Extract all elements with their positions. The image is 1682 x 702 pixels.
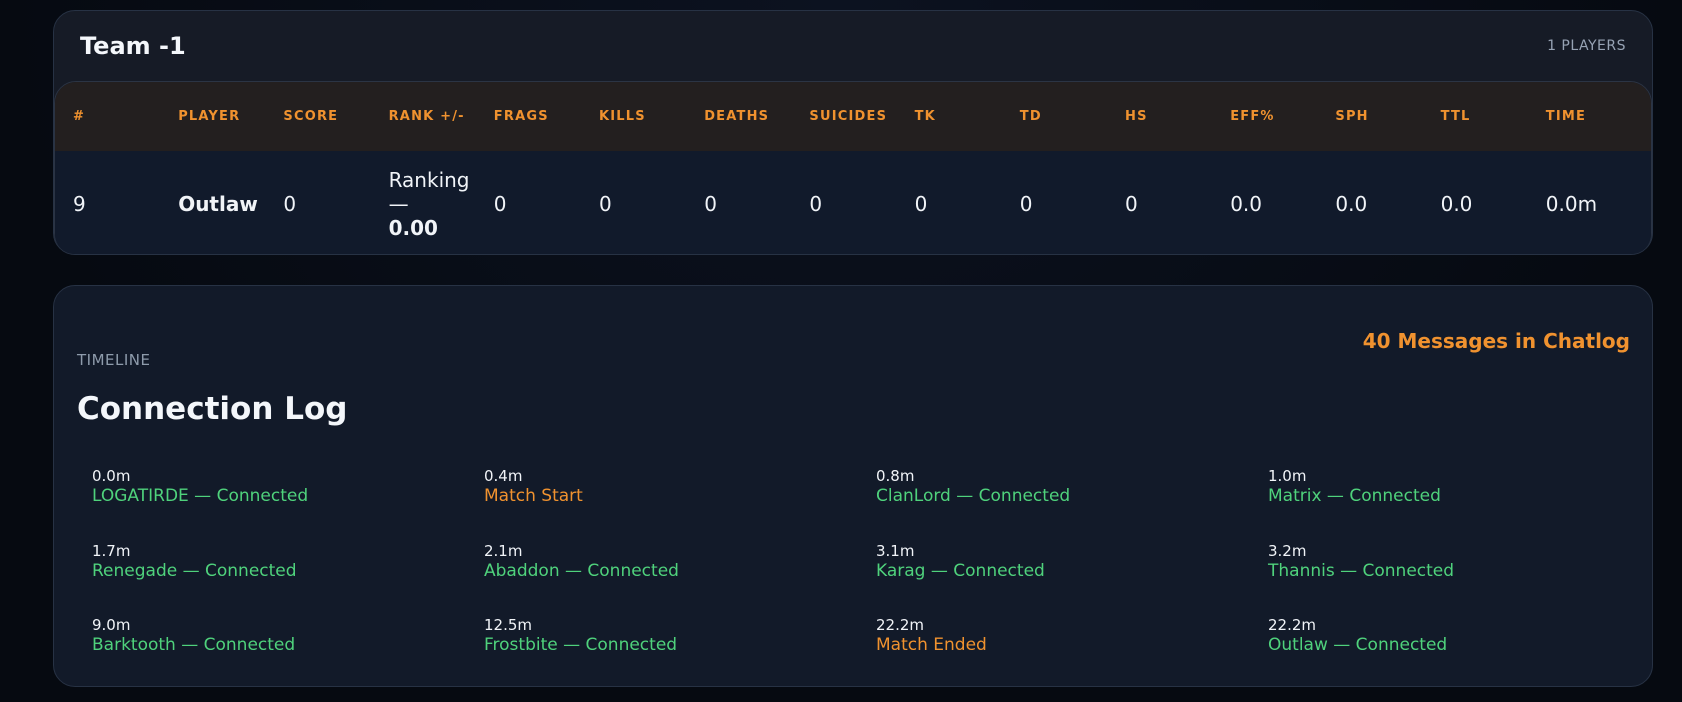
- list-item: 0.4m Match Start: [484, 467, 876, 542]
- event-time: 9.0m: [92, 616, 131, 634]
- chatlog-count-link[interactable]: 40 Messages in Chatlog: [1363, 329, 1630, 353]
- event-text: LOGATIRDE — Connected: [92, 486, 309, 506]
- event-time: 12.5m: [484, 616, 533, 634]
- team-header: Team -1 1 PLAYERS: [54, 11, 1652, 81]
- event-time: 0.0m: [92, 467, 131, 485]
- event-list: 0.0m LOGATIRDE — Connected 0.4m Match St…: [92, 467, 1652, 691]
- event-text: Match Ended: [876, 635, 987, 655]
- list-item: 3.1m Karag — Connected: [876, 542, 1268, 617]
- list-item: 3.2m Thannis — Connected: [1268, 542, 1660, 617]
- event-time: 22.2m: [876, 616, 925, 634]
- col-header-td[interactable]: TD: [1020, 108, 1125, 125]
- cell-deaths: 0: [704, 192, 717, 216]
- cell-td: 0: [1019, 192, 1033, 216]
- event-time: 3.2m: [1268, 541, 1307, 560]
- event-text: ClanLord — Connected: [876, 486, 1071, 506]
- col-header-hs[interactable]: HS: [1125, 108, 1230, 125]
- col-header-kills[interactable]: KILLS: [599, 108, 704, 125]
- col-header-rank[interactable]: RANK +/-: [389, 108, 494, 125]
- col-header-eff[interactable]: EFF%: [1230, 108, 1335, 125]
- event-text: Match Start: [484, 486, 583, 506]
- col-header-sph[interactable]: SPH: [1335, 108, 1440, 125]
- col-header-deaths[interactable]: DEATHS: [704, 108, 809, 125]
- cell-rank: Ranking — 0.00: [389, 168, 494, 240]
- team-title: Team -1: [80, 32, 186, 60]
- list-item: 12.5m Frostbite — Connected: [484, 616, 876, 691]
- col-header-ttl[interactable]: TTL: [1441, 108, 1546, 125]
- col-header-player[interactable]: PLAYER: [178, 108, 283, 125]
- col-header-tk[interactable]: TK: [915, 108, 1020, 125]
- col-header-suicides[interactable]: SUICIDES: [809, 108, 914, 125]
- event-text: Barktooth — Connected: [92, 635, 296, 655]
- cell-frags: 0: [493, 192, 507, 216]
- stats-table: # PLAYER SCORE RANK +/- FRAGS KILLS DEAT…: [54, 81, 1652, 254]
- list-item: 2.1m Abaddon — Connected: [484, 542, 876, 617]
- rank-label: Ranking —: [388, 168, 470, 216]
- cell-score: 0: [283, 192, 297, 216]
- event-text: Frostbite — Connected: [484, 635, 678, 655]
- event-time: 3.1m: [876, 541, 915, 560]
- event-text: Renegade — Connected: [92, 560, 297, 581]
- list-item: 0.0m LOGATIRDE — Connected: [92, 467, 484, 542]
- table-header-row: # PLAYER SCORE RANK +/- FRAGS KILLS DEAT…: [55, 82, 1651, 151]
- col-header-score[interactable]: SCORE: [283, 108, 388, 125]
- event-text: Outlaw — Connected: [1268, 635, 1448, 655]
- col-header-frags[interactable]: FRAGS: [494, 108, 599, 125]
- cell-ttl: 0.0: [1440, 192, 1473, 216]
- section-kicker: TIMELINE: [77, 351, 151, 369]
- table-row[interactable]: 9 Outlaw 0 Ranking — 0.00 0 0 0 0 0 0 0 …: [55, 151, 1651, 254]
- section-title: Connection Log: [77, 391, 348, 427]
- event-time: 22.2m: [1268, 616, 1317, 634]
- list-item: 1.7m Renegade — Connected: [92, 542, 484, 617]
- list-item: 22.2m Match Ended: [876, 616, 1268, 691]
- event-time: 1.7m: [92, 541, 131, 560]
- event-time: 0.4m: [484, 467, 523, 485]
- team-card: Team -1 1 PLAYERS # PLAYER SCORE RANK +/…: [53, 10, 1653, 255]
- list-item: 0.8m ClanLord — Connected: [876, 467, 1268, 542]
- event-time: 1.0m: [1268, 467, 1307, 485]
- event-time: 2.1m: [484, 541, 523, 560]
- cell-eff: 0.0: [1230, 192, 1262, 216]
- list-item: 1.0m Matrix — Connected: [1268, 467, 1660, 542]
- cell-sph: 0.0: [1335, 192, 1368, 216]
- cell-hs: 0: [1124, 192, 1138, 216]
- col-header-time[interactable]: TIME: [1546, 108, 1651, 125]
- cell-tk: 0: [914, 192, 928, 216]
- rank-value: 0.00: [388, 216, 438, 240]
- cell-player[interactable]: Outlaw: [178, 192, 283, 216]
- cell-kills: 0: [598, 192, 612, 216]
- list-item: 9.0m Barktooth — Connected: [92, 616, 484, 691]
- cell-suicides: 0: [809, 192, 823, 216]
- event-text: Abaddon — Connected: [484, 560, 679, 581]
- cell-number: 9: [73, 192, 86, 216]
- event-text: Thannis — Connected: [1268, 560, 1455, 581]
- event-text: Matrix — Connected: [1268, 486, 1441, 506]
- list-item: 22.2m Outlaw — Connected: [1268, 616, 1660, 691]
- col-header-number[interactable]: #: [73, 108, 178, 125]
- event-time: 0.8m: [876, 467, 915, 485]
- event-text: Karag — Connected: [876, 560, 1045, 581]
- cell-time: 0.0m: [1545, 192, 1598, 216]
- player-count: 1 PLAYERS: [1547, 38, 1626, 54]
- timeline-card: 40 Messages in Chatlog TIMELINE Connecti…: [53, 285, 1653, 687]
